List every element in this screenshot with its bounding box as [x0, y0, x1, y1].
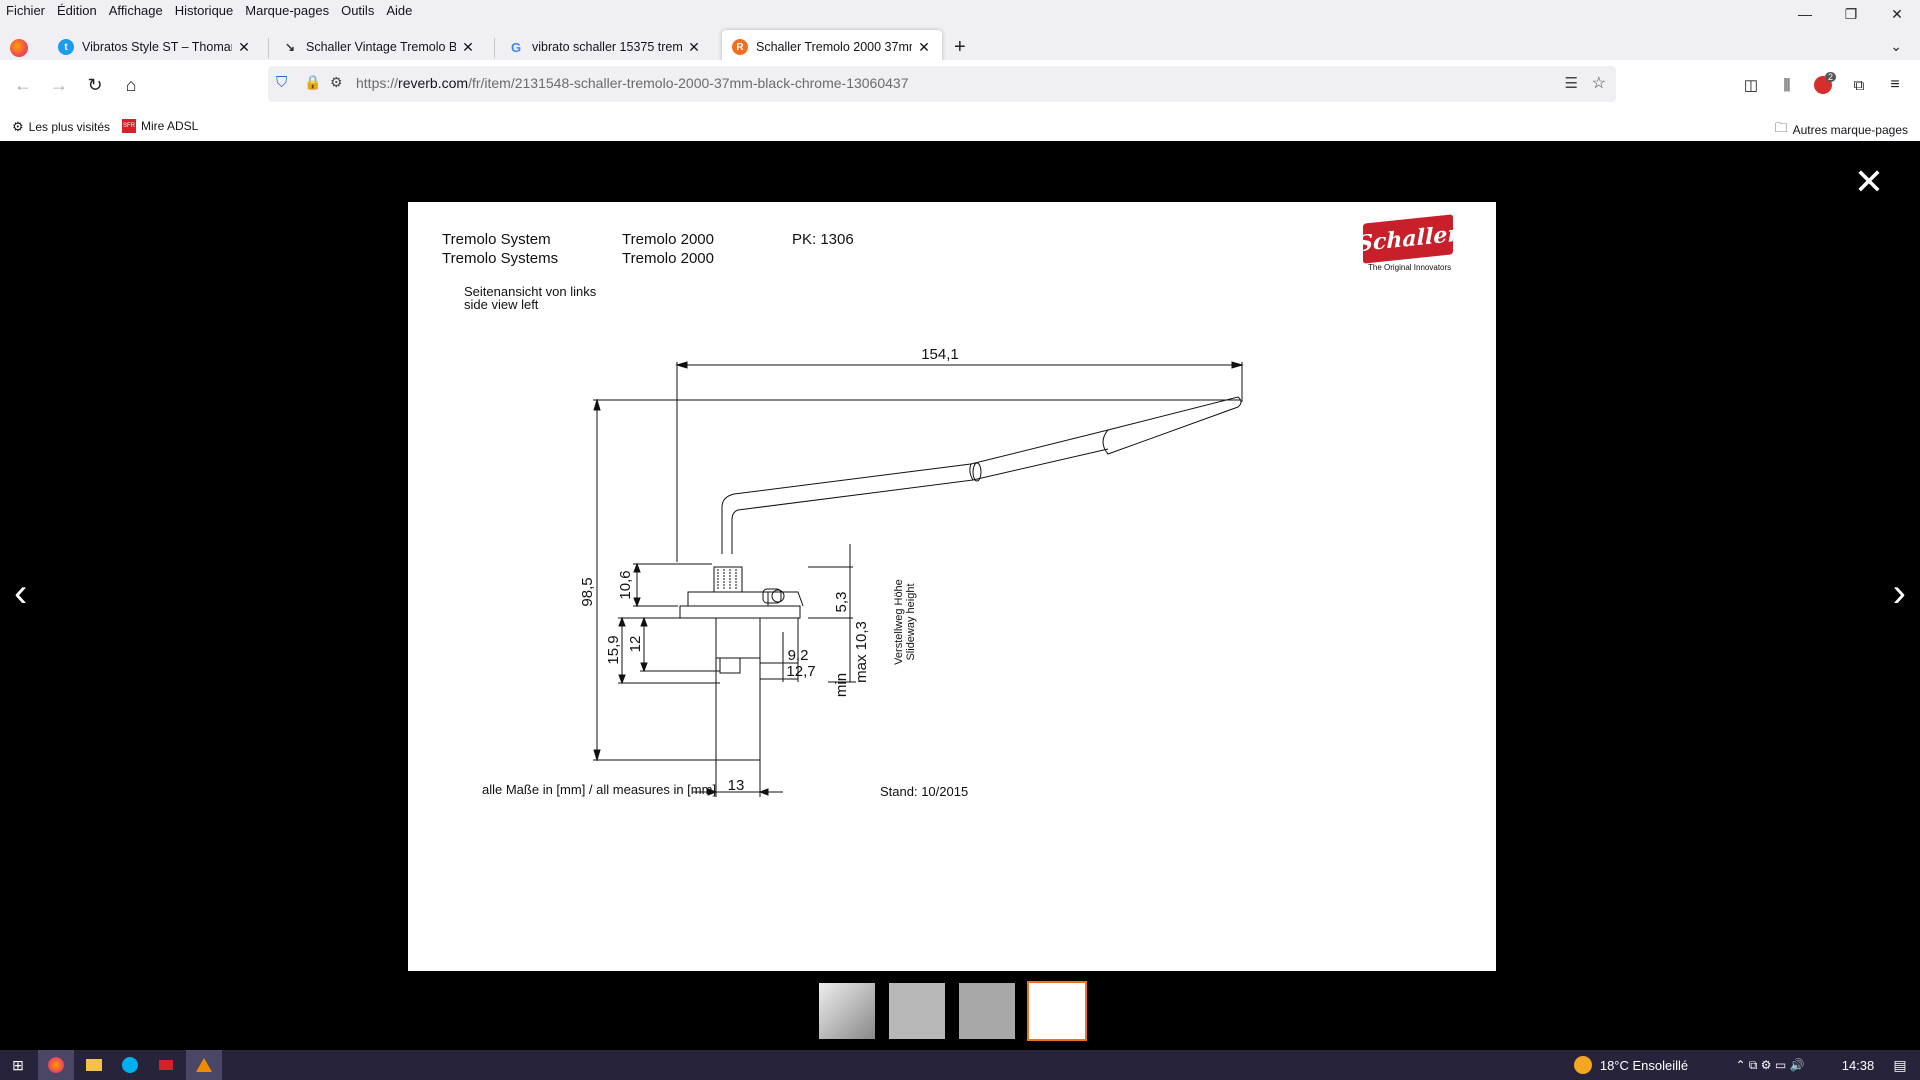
reverb-icon: R: [732, 39, 748, 55]
google-icon: G: [510, 39, 522, 55]
gear-icon: ⚙: [12, 119, 24, 134]
drawing-lines: 154,1 98,5 10,6 15,9 12 9,2 12,7 5,3 min…: [579, 346, 1244, 797]
thumbnail-4[interactable]: [1027, 981, 1087, 1041]
sfr-icon: SFR: [122, 119, 136, 133]
tab-bar: t Vibratos Style ST – Thomann Fr ✕ ↘ Sch…: [0, 20, 1920, 64]
reader-view-icon[interactable]: ☰: [1565, 74, 1578, 92]
tracking-shield-icon[interactable]: ⛉: [276, 74, 287, 91]
menu-affichage[interactable]: Affichage: [103, 3, 169, 18]
permissions-icon[interactable]: ⚙: [330, 74, 343, 91]
firefox-taskbar-icon[interactable]: [38, 1050, 74, 1080]
notifications-icon[interactable]: ▤: [1882, 1050, 1918, 1080]
bookmark-label: Les plus visités: [28, 120, 111, 134]
tab-schaller-vintage[interactable]: ↘ Schaller Vintage Tremolo BK – T ✕: [272, 30, 486, 64]
reload-button[interactable]: ↻: [80, 70, 110, 100]
previous-image-icon[interactable]: ‹: [14, 571, 27, 616]
dim-min: min: [833, 673, 850, 697]
menu-icon[interactable]: ≡: [1880, 70, 1910, 100]
dim-max-10-3: max 10,3: [853, 621, 870, 683]
file-explorer-icon[interactable]: [76, 1050, 112, 1080]
thumbnail-2[interactable]: [887, 981, 947, 1041]
tab-google-search[interactable]: G vibrato schaller 15375 tremolo r ✕: [498, 30, 712, 64]
bookmark-most-visited[interactable]: ⚙ Les plus visités: [12, 119, 110, 135]
dim-98-5: 98,5: [579, 577, 596, 606]
measures-note: alle Maße in [mm] / all measures in [mm]: [482, 782, 717, 797]
weather-widget[interactable]: 18°C Ensoleillé: [1566, 1050, 1696, 1080]
dim-9-2: 9,2: [788, 647, 809, 664]
folder-icon: 🗀: [1774, 120, 1788, 135]
tab-reverb[interactable]: R Schaller Tremolo 2000 37mm Bl ✕: [722, 30, 942, 64]
forward-button[interactable]: →: [44, 70, 74, 100]
back-button[interactable]: ←: [8, 70, 38, 100]
bookmark-other[interactable]: 🗀 Autres marque-pages: [1775, 119, 1908, 141]
revision-date: Stand: 10/2015: [880, 784, 969, 799]
dim-154-1: 154,1: [921, 346, 959, 363]
menu-historique[interactable]: Historique: [169, 3, 240, 18]
vlc-icon[interactable]: [186, 1050, 222, 1080]
bookmark-label: Mire ADSL: [141, 119, 199, 133]
windows-taskbar: ⊞ 18°C Ensoleillé ⌃ ⧉ ⚙ ▭ 🔊 14:38 ▤: [0, 1050, 1920, 1080]
new-tab-button[interactable]: +: [954, 36, 966, 59]
firefox-icon[interactable]: [10, 39, 28, 57]
close-tab-icon[interactable]: ✕: [460, 39, 476, 56]
app-icon[interactable]: [148, 1050, 184, 1080]
tab-thomann[interactable]: t Vibratos Style ST – Thomann Fr ✕: [48, 30, 262, 64]
thumbnail-3[interactable]: [957, 981, 1017, 1041]
dim-10-6: 10,6: [617, 570, 634, 599]
start-button[interactable]: ⊞: [0, 1050, 36, 1080]
system-tray[interactable]: ⌃ ⧉ ⚙ ▭ 🔊: [1710, 1050, 1830, 1080]
menu-marque-pages[interactable]: Marque-pages: [239, 3, 335, 18]
tab-title: Schaller Tremolo 2000 37mm Bl: [756, 40, 912, 54]
close-tab-icon[interactable]: ✕: [236, 39, 252, 56]
bookmarks-bar: ⚙ Les plus visités SFR Mire ADSL 🗀 Autre…: [0, 115, 1920, 141]
dim-12-7: 12,7: [786, 663, 815, 680]
library-icon[interactable]: ⫼: [1772, 70, 1802, 100]
dim-12: 12: [627, 636, 644, 653]
slideway-label: Slideway height: [905, 583, 917, 660]
dim-5-3: 5,3: [833, 592, 850, 613]
menu-aide[interactable]: Aide: [380, 3, 418, 18]
menu-bar: Fichier Édition Affichage Historique Mar…: [0, 0, 1920, 20]
dim-13: 13: [728, 777, 745, 794]
tab-title: vibrato schaller 15375 tremolo r: [532, 40, 682, 54]
image-lightbox: ✕ ‹ › Tremolo System Tremolo Systems Tre…: [0, 141, 1920, 1050]
close-lightbox-icon[interactable]: ✕: [1854, 161, 1884, 203]
bookmark-star-icon[interactable]: ☆: [1592, 73, 1606, 93]
home-button[interactable]: ⌂: [116, 70, 146, 100]
sun-icon: [1573, 1056, 1592, 1074]
next-image-icon[interactable]: ›: [1893, 571, 1906, 616]
adblock-badge: 2: [1824, 72, 1836, 82]
url-text[interactable]: https://reverb.com/fr/item/2131548-schal…: [356, 75, 909, 91]
menu-outils[interactable]: Outils: [335, 3, 380, 18]
thumbnail-1[interactable]: [817, 981, 877, 1041]
tab-title: Vibratos Style ST – Thomann Fr: [82, 40, 232, 54]
slideway-label: Verstellweg Höhe: [893, 579, 905, 665]
url-bar[interactable]: ⛉ 🔒 ⚙ https://reverb.com/fr/item/2131548…: [268, 66, 1616, 102]
skype-icon[interactable]: [112, 1050, 148, 1080]
tremolo-icon: ↘: [284, 40, 296, 54]
close-tab-icon[interactable]: ✕: [686, 39, 702, 56]
list-tabs-icon[interactable]: ⌄: [1890, 38, 1902, 55]
technical-drawing: Tremolo System Tremolo Systems Tremolo 2…: [408, 202, 1496, 971]
dim-15-9: 15,9: [605, 635, 622, 664]
bookmark-mire-adsl[interactable]: SFR Mire ADSL: [122, 119, 198, 133]
thomann-icon: t: [58, 39, 74, 55]
thumbnail-strip: [817, 981, 1087, 1041]
lock-icon[interactable]: 🔒: [304, 74, 321, 91]
tab-title: Schaller Vintage Tremolo BK – T: [306, 40, 456, 54]
menu-fichier[interactable]: Fichier: [0, 3, 51, 18]
bookmark-label: Autres marque-pages: [1792, 123, 1908, 137]
clock[interactable]: 14:38: [1836, 1050, 1880, 1080]
adblock-icon[interactable]: 2: [1808, 70, 1838, 100]
menu-edition[interactable]: Édition: [51, 3, 103, 18]
close-tab-icon[interactable]: ✕: [916, 39, 932, 56]
extensions-icon[interactable]: ⧉: [1844, 70, 1874, 100]
weather-text: 18°C Ensoleillé: [1599, 1057, 1689, 1073]
pocket-icon[interactable]: ◫: [1736, 70, 1766, 100]
